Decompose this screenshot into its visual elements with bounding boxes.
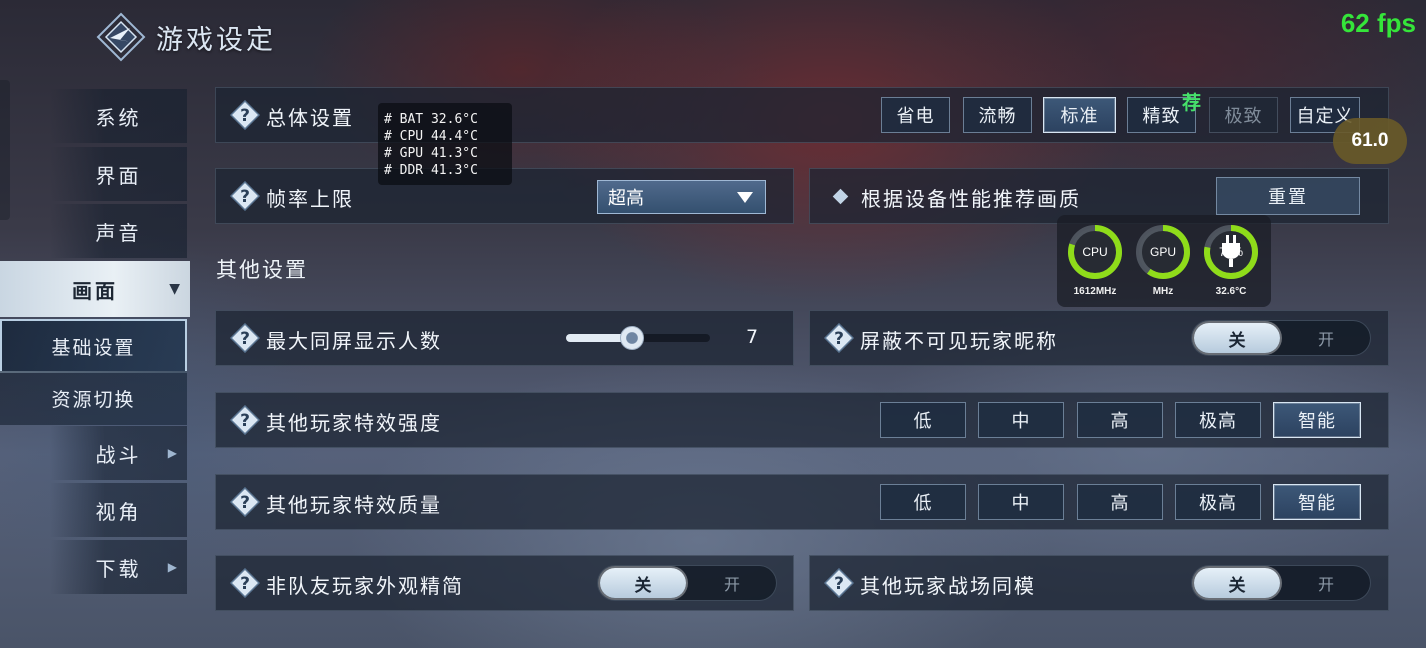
- toggle-on-option[interactable]: 开: [1282, 321, 1370, 355]
- sidebar-item-graphics[interactable]: 画面 ▼: [0, 261, 190, 317]
- svg-text:?: ?: [240, 411, 250, 431]
- battery-gauge-value: 32.6°C: [1215, 286, 1247, 297]
- page-title: 游戏设定: [156, 25, 276, 56]
- battlefield-models-label: 其他玩家战场同模: [860, 574, 1036, 598]
- recommended-tag: 荐: [1182, 92, 1202, 114]
- chevron-down-icon: ▼: [169, 281, 183, 297]
- sidebar-item-label: 下载: [95, 556, 142, 581]
- svg-text:?: ?: [834, 329, 844, 349]
- temp-ddr: # DDR 41.3°C: [384, 163, 478, 178]
- quality-option-power-save[interactable]: 省电: [881, 97, 950, 133]
- toggle-on-option[interactable]: 开: [1282, 566, 1370, 600]
- toggle-on-option[interactable]: 开: [688, 566, 776, 600]
- temp-bat: # BAT 32.6°C: [384, 112, 478, 127]
- help-icon[interactable]: ?: [230, 568, 260, 598]
- chevron-right-icon: ▶: [167, 560, 180, 574]
- gpu-gauge-name: GPU: [1149, 245, 1176, 259]
- battlefield-models-toggle[interactable]: 关 开: [1191, 565, 1371, 601]
- sidebar-edge: [0, 80, 10, 220]
- toggle-off-option[interactable]: 关: [600, 568, 686, 598]
- svg-text:?: ?: [240, 106, 250, 126]
- effect-quality-label: 其他玩家特效质量: [266, 493, 442, 517]
- help-icon[interactable]: ?: [230, 487, 260, 517]
- sidebar-item-camera[interactable]: 视角: [50, 483, 187, 537]
- sidebar-item-system[interactable]: 系统: [50, 89, 187, 143]
- gpu-gauge-value: MHz: [1152, 286, 1174, 297]
- hide-names-label: 屏蔽不可见玩家昵称: [860, 329, 1058, 353]
- help-icon[interactable]: ?: [824, 568, 854, 598]
- quality-option-standard[interactable]: 标准: [1043, 97, 1116, 133]
- hide-names-toggle[interactable]: 关 开: [1191, 320, 1371, 356]
- simplify-appearance-toggle[interactable]: 关 开: [597, 565, 777, 601]
- effect-quality-high[interactable]: 高: [1077, 484, 1163, 520]
- recommend-label: 根据设备性能推荐画质: [861, 187, 1081, 211]
- framerate-dropdown-value: 超高: [608, 188, 644, 209]
- effect-quality-smart[interactable]: 智能: [1273, 484, 1361, 520]
- temp-cpu: # CPU 44.4°C: [384, 129, 478, 144]
- framerate-label: 帧率上限: [266, 187, 354, 211]
- help-icon[interactable]: ?: [230, 181, 260, 211]
- sidebar-item-label: 界面: [95, 163, 142, 188]
- max-players-label: 最大同屏显示人数: [266, 329, 442, 353]
- effect-strength-ultra[interactable]: 极高: [1175, 402, 1261, 438]
- effect-strength-medium[interactable]: 中: [978, 402, 1064, 438]
- overall-settings-label: 总体设置: [266, 106, 354, 130]
- sidebar-subitem-basic[interactable]: 基础设置: [0, 319, 187, 373]
- section-title-other: 其他设置: [216, 258, 308, 282]
- toggle-off-option[interactable]: 关: [1194, 568, 1280, 598]
- effect-quality-medium[interactable]: 中: [978, 484, 1064, 520]
- quality-option-ultimate: 极致: [1209, 97, 1278, 133]
- sidebar-item-sound[interactable]: 声音: [50, 204, 187, 258]
- game-logo-icon: [96, 12, 146, 62]
- effect-strength-low[interactable]: 低: [880, 402, 966, 438]
- help-icon[interactable]: ?: [824, 323, 854, 353]
- temperature-overlay: # BAT 32.6°C # CPU 44.4°C # GPU 41.3°C # DD…: [378, 103, 512, 185]
- framerate-dropdown[interactable]: 超高: [597, 180, 766, 214]
- effect-strength-smart[interactable]: 智能: [1273, 402, 1361, 438]
- quality-option-smooth[interactable]: 流畅: [963, 97, 1032, 133]
- sidebar-item-download[interactable]: 下载 ▶: [50, 540, 187, 594]
- svg-text:?: ?: [240, 493, 250, 513]
- sidebar-item-label: 战斗: [95, 442, 142, 467]
- reset-button[interactable]: 重置: [1216, 177, 1360, 215]
- help-icon[interactable]: ?: [230, 323, 260, 353]
- dropdown-arrow-icon: [737, 192, 753, 203]
- help-icon[interactable]: ?: [230, 405, 260, 435]
- sidebar-item-label: 系统: [95, 105, 142, 130]
- cpu-gauge-value: 1612MHz: [1073, 286, 1117, 297]
- cpu-gauge-name: CPU: [1082, 245, 1108, 259]
- sidebar-item-label: 声音: [95, 220, 142, 245]
- temp-gpu: # GPU 41.3°C: [384, 146, 478, 161]
- chevron-right-icon: ▶: [167, 446, 180, 460]
- fps-counter: 62 fps: [1340, 8, 1416, 38]
- fps-value-badge: 61.0: [1333, 118, 1407, 164]
- sidebar-item-label: 资源切换: [51, 388, 136, 411]
- sidebar-item-combat[interactable]: 战斗 ▶: [50, 426, 187, 480]
- svg-text:?: ?: [240, 187, 250, 207]
- max-players-value: 7: [745, 326, 759, 348]
- effect-strength-high[interactable]: 高: [1077, 402, 1163, 438]
- effect-quality-low[interactable]: 低: [880, 484, 966, 520]
- help-icon[interactable]: ?: [230, 100, 260, 130]
- battery-gauge-percent: 78%: [1218, 245, 1244, 259]
- effect-strength-label: 其他玩家特效强度: [266, 411, 442, 435]
- sidebar-item-label: 基础设置: [51, 336, 136, 359]
- simplify-appearance-label: 非队友玩家外观精简: [266, 574, 464, 598]
- sidebar-item-label: 画面: [72, 278, 118, 303]
- effect-quality-ultra[interactable]: 极高: [1175, 484, 1261, 520]
- svg-text:?: ?: [240, 574, 250, 594]
- sidebar-item-label: 视角: [95, 499, 142, 524]
- svg-text:?: ?: [240, 329, 250, 349]
- sidebar-subitem-resources[interactable]: 资源切换: [0, 371, 187, 425]
- toggle-off-option[interactable]: 关: [1194, 323, 1280, 353]
- sidebar-item-interface[interactable]: 界面: [50, 147, 187, 201]
- svg-text:?: ?: [834, 574, 844, 594]
